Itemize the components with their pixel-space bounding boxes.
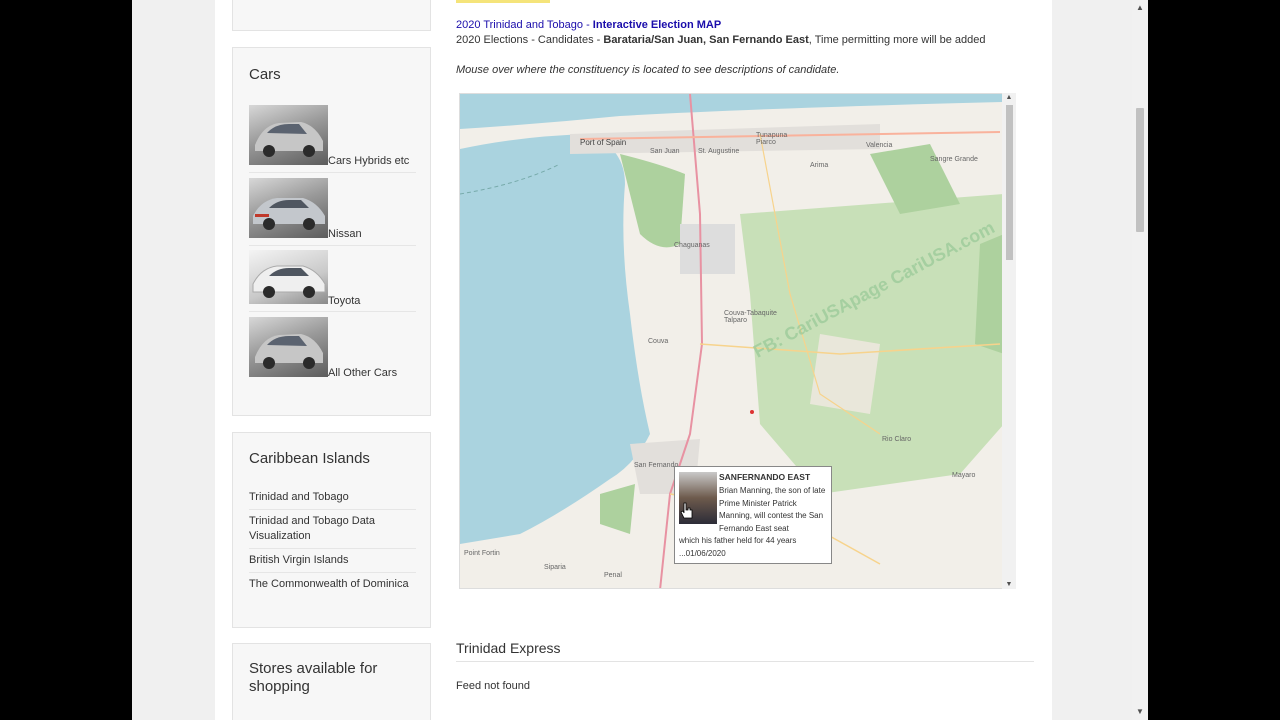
scroll-up-icon[interactable]: ▲ [1002,94,1016,101]
highlight-strip [456,0,550,3]
tooltip-title: SANFERNANDO EAST [719,472,811,482]
map-label-mayaro: Mayaro [952,472,976,479]
scroll-down-icon[interactable]: ▼ [1002,581,1016,588]
car-label[interactable]: Nissan [328,228,362,240]
map-label-siparia: Siparia [544,564,566,571]
map-label-rio-claro: Rio Claro [882,436,912,443]
map-label-st-augustine: St. Augustine [698,148,740,155]
map-label-couva-tabaquite: Couva-Tabaquite Talparo [724,310,777,324]
map-label-couva: Couva [648,338,669,345]
car-thumbnail[interactable] [249,250,328,304]
sidebar-cars-box: Cars Cars Hybrids etc Nissan Toyota All … [232,47,431,416]
heading-link[interactable]: Interactive Election MAP [593,19,721,31]
car-item-other[interactable]: All Other Cars [249,317,416,384]
map-label-sangre-grande: Sangre Grande [930,156,978,163]
tooltip-body: Brian Manning, the son of late Prime Min… [719,486,826,533]
map-label-san-juan: San Juan [650,148,680,155]
island-link-trinidad[interactable]: Trinidad and Tobago [249,490,416,510]
map-label-point-fortin: Point Fortin [464,550,500,557]
subline-suffix: , Time permitting more will be added [808,34,986,46]
page-scrollbar[interactable]: ▲ ▼ [1132,0,1148,720]
feed-message: Feed not found [456,680,531,692]
cars-title: Cars [249,66,281,83]
car-thumbnail[interactable] [249,317,328,377]
island-link-dominica[interactable]: The Commonwealth of Dominica [249,577,416,596]
car-item-hybrids[interactable]: Cars Hybrids etc [249,105,416,173]
express-title: Trinidad Express [456,640,561,656]
islands-title: Caribbean Islands [249,450,370,467]
map-heading: 2020 Trinidad and Tobago - Interactive E… [456,19,721,31]
express-divider [456,661,1034,662]
sidebar-box-top [232,0,431,31]
car-thumbnail[interactable] [249,178,328,238]
map-scroll-thumb[interactable] [1006,105,1013,260]
stores-title: Stores available for shopping [249,660,378,695]
sidebar-islands-box: Caribbean Islands Trinidad and Tobago Tr… [232,432,431,628]
island-link-trinidad-data[interactable]: Trinidad and Tobago Data Visualization [249,514,416,549]
page-scroll-thumb[interactable] [1136,108,1144,232]
candidates-line: 2020 Elections - Candidates - Barataria/… [456,34,985,46]
map-label-valencia: Valencia [866,142,893,149]
subline-bold: Barataria/San Juan, San Fernando East [603,34,809,46]
car-thumbnail[interactable] [249,105,328,165]
car-item-nissan[interactable]: Nissan [249,178,416,246]
tooltip-body-continued: which his father held for 44 years ...01… [679,536,797,558]
map-label-port-of-spain: Port of Spain [580,138,627,147]
car-label[interactable]: All Other Cars [328,367,397,379]
car-item-toyota[interactable]: Toyota [249,250,416,312]
map-label-tunapuna: Tunapuna Piarco [756,132,788,146]
car-label[interactable]: Toyota [328,295,360,307]
candidate-tooltip: SANFERNANDO EAST Brian Manning, the son … [674,466,832,564]
map-label-san-fernando: San Fernando [634,462,679,469]
map-instruction: Mouse over where the constituency is loc… [456,64,840,76]
map-label-penal: Penal [604,572,622,579]
scroll-down-icon[interactable]: ▼ [1132,704,1148,720]
heading-prefix[interactable]: 2020 Trinidad and Tobago - [456,19,593,31]
map-scrollbar[interactable]: ▲ ▼ [1002,93,1016,589]
sidebar-stores-box: Stores available for shopping [232,643,431,720]
subline-prefix: 2020 Elections - Candidates - [456,34,604,46]
island-link-bvi[interactable]: British Virgin Islands [249,553,416,573]
hand-cursor-icon [680,502,693,519]
map-label-chaguanas: Chaguanas [674,242,710,249]
car-label[interactable]: Cars Hybrids etc [328,155,409,167]
map-label-arima: Arima [810,162,829,169]
scroll-up-icon[interactable]: ▲ [1132,0,1148,16]
